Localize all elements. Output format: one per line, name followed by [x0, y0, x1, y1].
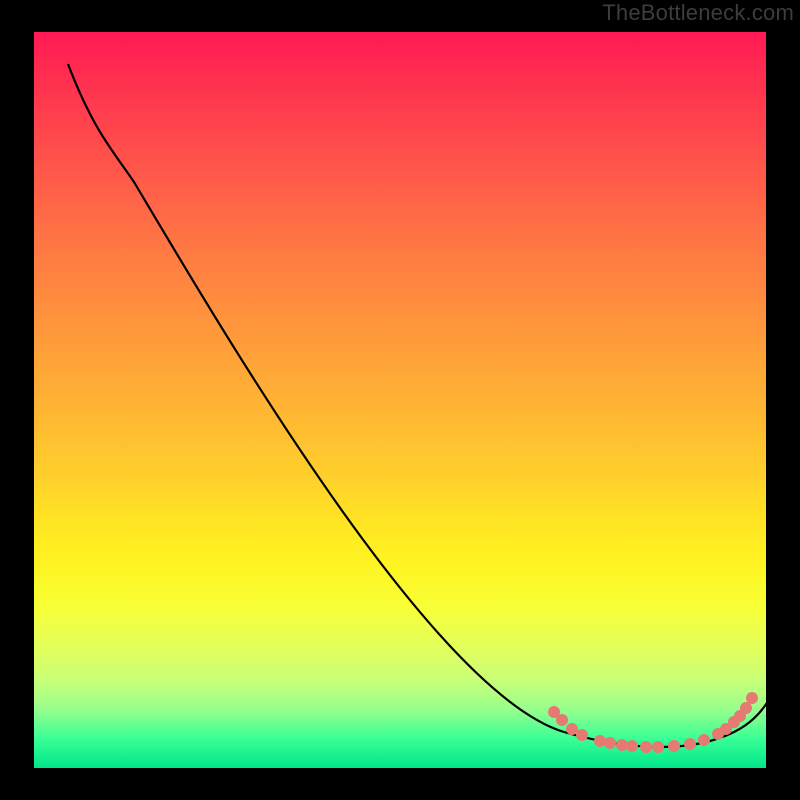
chart-svg: [34, 32, 766, 768]
trough-dot: [652, 741, 664, 753]
bottleneck-curve: [68, 64, 800, 747]
trough-dot: [684, 738, 696, 750]
trough-dot: [668, 740, 680, 752]
watermark-text: TheBottleneck.com: [602, 0, 794, 26]
chart-plot-area: [34, 32, 766, 768]
trough-dots: [548, 692, 758, 753]
trough-dot: [594, 735, 606, 747]
trough-dot: [740, 702, 752, 714]
trough-dot: [556, 714, 568, 726]
trough-dot: [604, 737, 616, 749]
trough-dot: [626, 740, 638, 752]
trough-dot: [698, 734, 710, 746]
trough-dot: [640, 741, 652, 753]
trough-dot: [746, 692, 758, 704]
trough-dot: [566, 723, 578, 735]
trough-dot: [576, 729, 588, 741]
